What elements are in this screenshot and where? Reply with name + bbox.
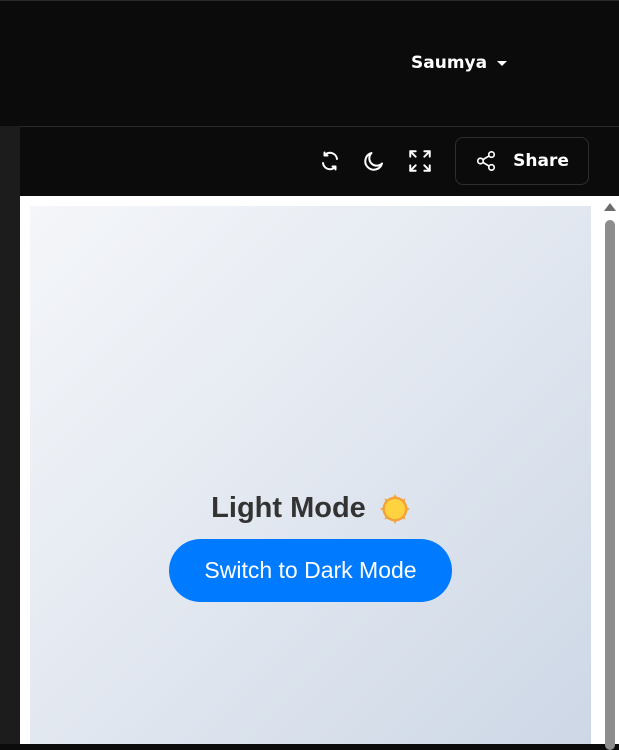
share-label: Share <box>513 151 569 171</box>
user-menu[interactable]: Saumya <box>411 53 508 73</box>
sun-icon <box>379 493 410 524</box>
switch-to-dark-mode-button[interactable]: Switch to Dark Mode <box>169 539 452 602</box>
preview-page: Light Mode Switch to Dark Mode <box>30 206 591 744</box>
chevron-down-icon <box>497 61 508 66</box>
share-icon <box>475 150 497 172</box>
preview-toolbar: Share <box>20 126 619 196</box>
user-name: Saumya <box>411 53 488 73</box>
mode-heading: Light Mode <box>211 492 366 524</box>
fullscreen-icon[interactable] <box>406 147 434 175</box>
page-title: Light Mode <box>30 492 591 525</box>
top-navbar: Saumya <box>0 0 619 126</box>
share-button[interactable]: Share <box>455 137 589 185</box>
preview-frame: Light Mode Switch to Dark Mode <box>20 196 600 744</box>
scroll-up-arrow-icon[interactable] <box>604 203 616 211</box>
refresh-icon[interactable] <box>316 147 344 175</box>
scroll-thumb[interactable] <box>605 220 615 750</box>
moon-icon[interactable] <box>360 147 388 175</box>
vertical-scrollbar[interactable] <box>600 196 619 750</box>
left-panel-edge <box>0 126 20 744</box>
